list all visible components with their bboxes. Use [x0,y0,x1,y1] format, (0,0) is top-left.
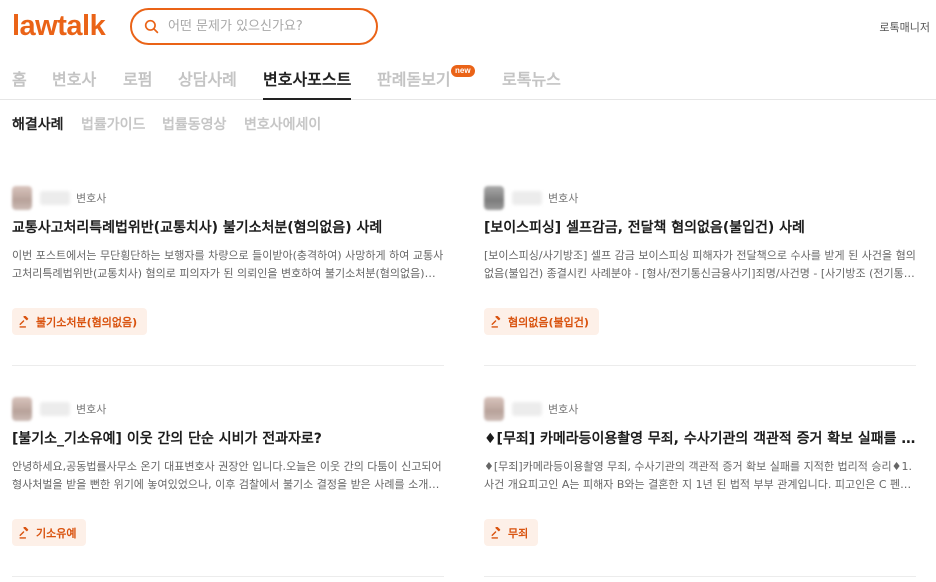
gnb-precedent[interactable]: 판례돋보기 new [377,65,475,100]
result-tag: 무죄 [484,519,539,546]
card-divider [12,365,444,366]
result-tag: 혐의없음(불입건) [484,308,599,335]
gavel-icon [19,315,31,328]
new-badge: new [451,65,475,77]
post-excerpt: 안녕하세요,공동법률사무소 온기 대표변호사 권장안 입니다.오늘은 이웃 간의… [12,460,442,491]
avatar [484,186,504,210]
post-author[interactable]: 변호사 [12,397,106,421]
avatar [484,397,504,421]
post-card[interactable]: 변호사 교통사고처리특례법위반(교통치사) 불기소처분(혐의없음) 사례 이번 … [12,186,444,368]
post-excerpt: 이번 포스트에서는 무단횡단하는 보행자를 차량으로 들이받아(충격하여) 사망… [12,249,444,280]
search-input[interactable] [168,19,358,34]
author-name-blurred [40,402,70,416]
result-tag-label: 불기소처분(혐의없음) [36,315,138,329]
post-excerpt: [보이스피싱/사기방조] 셀프 감금 보이스피싱 피해자가 전달책으로 수사를 … [484,249,916,280]
post-card[interactable]: 변호사 ♦[무죄] 카메라등이용촬영 무죄, 수사기관의 객관적 증거 확보 실… [484,397,916,579]
result-tag-label: 무죄 [508,526,529,540]
gnb-lawyer-posts[interactable]: 변호사포스트 [263,66,352,100]
card-divider [484,365,916,366]
author-name-blurred [512,191,542,205]
lawtalk-logo[interactable]: lawtalk [12,10,106,43]
result-tag: 기소유예 [12,519,87,546]
search-box[interactable] [130,8,378,45]
result-tag-label: 기소유예 [36,526,77,540]
post-title[interactable]: ♦[무죄] 카메라등이용촬영 무죄, 수사기관의 객관적 증거 확보 실패를 지… [484,428,916,448]
sub-nav: 해결사례 법률가이드 법률동영상 변호사에세이 [0,114,936,136]
post-author[interactable]: 변호사 [484,186,578,210]
author-name-blurred [512,402,542,416]
post-title[interactable]: [불기소_기소유예] 이웃 간의 단순 시비가 전과자로? [12,428,444,448]
author-role: 변호사 [76,192,107,205]
post-title[interactable]: 교통사고처리특례법위반(교통치사) 불기소처분(혐의없음) 사례 [12,217,444,237]
subnav-resolved-cases[interactable]: 해결사례 [12,114,64,134]
header: lawtalk 로톡매니저 [0,0,936,56]
gavel-icon [491,526,503,539]
gnb-consult-cases[interactable]: 상담사례 [178,66,237,100]
gnb-precedent-label: 판례돋보기 [377,70,451,89]
avatar [12,397,32,421]
post-card[interactable]: 변호사 [불기소_기소유예] 이웃 간의 단순 시비가 전과자로? 안녕하세요,… [12,397,444,579]
result-tag: 불기소처분(혐의없음) [12,308,148,335]
gavel-icon [491,315,503,328]
post-title[interactable]: [보이스피싱] 셀프감금, 전달책 혐의없음(불입건) 사례 [484,217,916,237]
card-divider [12,576,444,577]
gnb-lawtalk-news[interactable]: 로톡뉴스 [502,66,561,100]
author-role: 변호사 [76,403,107,416]
card-divider [484,576,916,577]
global-nav: 홈 변호사 로펌 상담사례 변호사포스트 판례돋보기 new 로톡뉴스 [0,56,936,100]
avatar [12,186,32,210]
post-author[interactable]: 변호사 [484,397,578,421]
post-author[interactable]: 변호사 [12,186,106,210]
gnb-lawfirm[interactable]: 로펌 [123,66,152,100]
gavel-icon [19,526,31,539]
search-icon [144,19,159,34]
post-excerpt: ♦[무죄]카메라등이용촬영 무죄, 수사기관의 객관적 증거 확보 실패를 지적… [484,460,912,491]
subnav-legal-guide[interactable]: 법률가이드 [81,114,145,134]
gnb-lawyer[interactable]: 변호사 [52,66,96,100]
author-role: 변호사 [548,403,579,416]
result-tag-label: 혐의없음(불입건) [508,315,589,329]
lawtalk-manager-link[interactable]: 로톡매니저 [879,19,930,35]
author-role: 변호사 [548,192,579,205]
author-name-blurred [40,191,70,205]
subnav-lawyer-essay[interactable]: 변호사에세이 [244,114,321,134]
gnb-home[interactable]: 홈 [12,66,27,100]
post-card[interactable]: 변호사 [보이스피싱] 셀프감금, 전달책 혐의없음(불입건) 사례 [보이스피… [484,186,916,368]
subnav-legal-videos[interactable]: 법률동영상 [162,114,226,134]
